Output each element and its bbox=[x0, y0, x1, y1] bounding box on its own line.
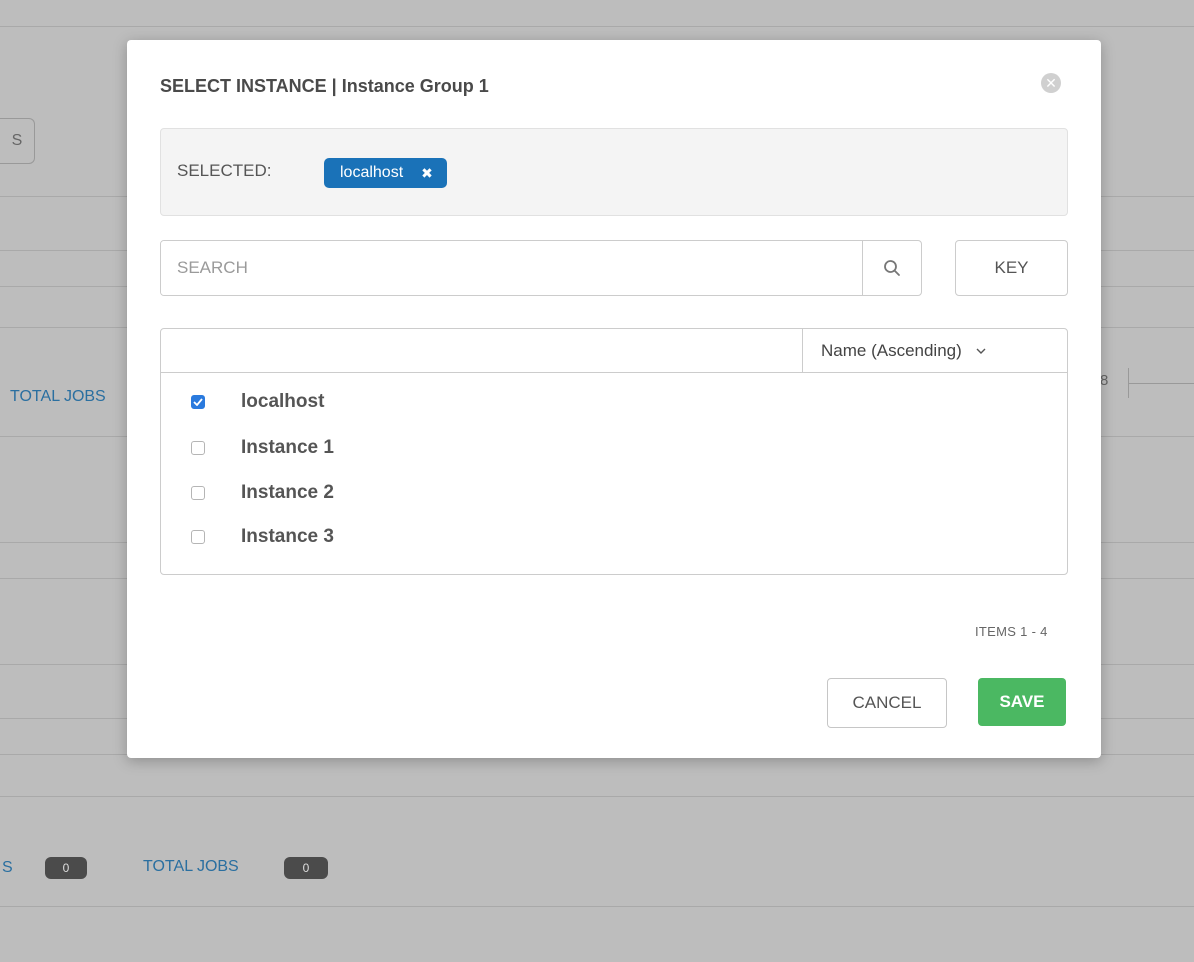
search-icon bbox=[884, 260, 900, 276]
list-header: Name (Ascending) bbox=[161, 329, 1067, 373]
count-badge: 0 bbox=[45, 857, 87, 879]
row-label: Instance 3 bbox=[241, 526, 334, 547]
total-jobs-label-bottom[interactable]: TOTAL JOBS bbox=[143, 858, 239, 876]
tag-label: localhost bbox=[340, 164, 404, 181]
background-fragment[interactable]: S bbox=[2, 859, 13, 877]
selected-tag-localhost: localhost ✖ bbox=[324, 158, 447, 188]
list-item[interactable]: localhost bbox=[191, 391, 324, 413]
selected-label: SELECTED: bbox=[177, 161, 272, 180]
close-icon[interactable]: ✕ bbox=[1041, 73, 1061, 93]
search-input[interactable] bbox=[161, 241, 862, 295]
list-item[interactable]: Instance 1 bbox=[191, 437, 334, 459]
background-edge-button[interactable]: S bbox=[0, 118, 35, 164]
selected-panel: SELECTED: localhost ✖ bbox=[160, 128, 1068, 216]
instance-list: Name (Ascending) localhost Instance 1 In… bbox=[160, 328, 1068, 575]
divider bbox=[0, 796, 1194, 797]
select-instance-modal: SELECT INSTANCE | Instance Group 1 ✕ SEL… bbox=[127, 40, 1101, 758]
chevron-down-icon bbox=[976, 344, 986, 358]
row-checkbox[interactable] bbox=[191, 486, 205, 500]
row-checkbox[interactable] bbox=[191, 441, 205, 455]
cancel-button[interactable]: CANCEL bbox=[827, 678, 947, 728]
divider bbox=[0, 906, 1194, 907]
count-badge: 0 bbox=[284, 857, 328, 879]
sort-label: Name (Ascending) bbox=[821, 340, 962, 360]
search-bar bbox=[160, 240, 922, 296]
row-checkbox[interactable] bbox=[191, 530, 205, 544]
list-item[interactable]: Instance 2 bbox=[191, 482, 334, 504]
row-label: Instance 2 bbox=[241, 482, 334, 503]
list-item[interactable]: Instance 3 bbox=[191, 526, 334, 548]
divider bbox=[0, 26, 1194, 27]
row-label: localhost bbox=[241, 391, 325, 412]
sort-dropdown[interactable]: Name (Ascending) bbox=[802, 329, 1067, 372]
search-button[interactable] bbox=[862, 241, 921, 295]
row-label: Instance 1 bbox=[241, 437, 334, 458]
items-count: ITEMS 1 - 4 bbox=[975, 624, 1048, 639]
divider bbox=[1128, 383, 1194, 384]
remove-tag-icon[interactable]: ✖ bbox=[421, 158, 433, 188]
background-number: 8 bbox=[1100, 372, 1109, 389]
modal-title: SELECT INSTANCE | Instance Group 1 bbox=[160, 76, 489, 96]
row-checkbox[interactable] bbox=[191, 395, 205, 409]
save-button[interactable]: SAVE bbox=[978, 678, 1066, 726]
total-jobs-label-top[interactable]: TOTAL JOBS bbox=[10, 388, 106, 406]
key-button[interactable]: KEY bbox=[955, 240, 1068, 296]
